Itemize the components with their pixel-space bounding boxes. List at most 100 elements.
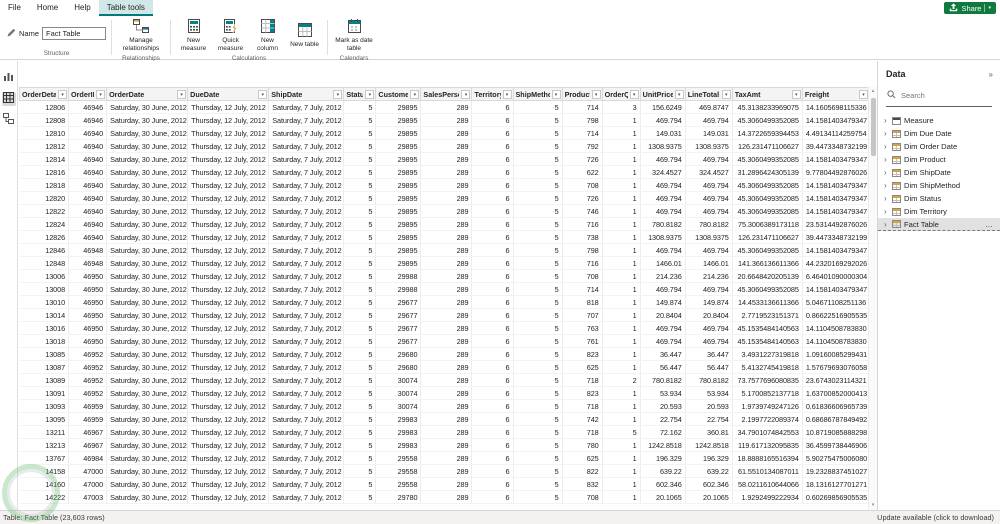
grid-cell[interactable]: Saturday, 7 July, 2012 [268,204,345,218]
grid-cell[interactable]: 46950 [68,334,108,348]
grid-cell[interactable]: 1 [602,412,641,426]
grid-cell[interactable]: 126.231471106627 [732,139,803,153]
grid-cell[interactable]: 1 [602,321,641,335]
grid-cell[interactable]: 5 [513,438,563,452]
grid-cell[interactable]: 13008 [19,282,70,296]
grid-cell[interactable]: Saturday, 7 July, 2012 [268,438,345,452]
grid-cell[interactable]: 718 [562,425,603,439]
column-header-productid[interactable]: ProductID▾ [561,87,603,101]
grid-cell[interactable]: 6 [471,386,514,400]
grid-cell[interactable]: 1466.01 [640,256,686,270]
grid-cell[interactable]: 780.8182 [640,373,686,387]
grid-cell[interactable]: 29680 [375,360,422,374]
grid-cell[interactable]: 5 [343,230,377,244]
grid-cell[interactable]: 10.8719085888298 [802,425,871,439]
grid-cell[interactable]: Thursday, 12 July, 2012 [187,256,270,270]
grid-cell[interactable]: 29983 [375,412,422,426]
grid-cell[interactable]: 1 [602,438,641,452]
grid-cell[interactable]: Thursday, 12 July, 2012 [187,295,270,309]
grid-cell[interactable]: 20.593 [685,399,733,413]
grid-cell[interactable]: 718 [562,399,603,413]
grid-cell[interactable]: 5 [513,191,563,205]
grid-cell[interactable]: 718 [562,373,603,387]
grid-cell[interactable]: Thursday, 12 July, 2012 [187,230,270,244]
grid-cell[interactable]: 46950 [68,269,108,283]
grid-cell[interactable]: 20.6648420205139 [732,269,803,283]
chevron-right-icon[interactable]: › [884,140,889,153]
chevron-right-icon[interactable]: › [884,179,889,192]
grid-cell[interactable]: Thursday, 12 July, 2012 [187,217,270,231]
grid-cell[interactable]: 289 [420,451,473,465]
grid-cell[interactable]: 29895 [375,126,422,140]
grid-cell[interactable]: 53.934 [685,386,733,400]
grid-cell[interactable]: Saturday, 30 June, 2012 [106,204,189,218]
grid-cell[interactable]: 1.9739749247126 [732,399,803,413]
grid-cell[interactable]: 46940 [68,152,108,166]
field-item-dim-shipdate[interactable]: › Dim ShipDate [878,166,1000,179]
new-measure-button[interactable]: New measure [176,17,211,54]
grid-cell[interactable]: 214.236 [685,269,733,283]
grid-cell[interactable]: 4.49134114259754 [802,126,871,140]
grid-cell[interactable]: 5 [513,334,563,348]
grid-cell[interactable]: 6 [471,204,514,218]
grid-cell[interactable]: 1.09160085299431 [802,347,871,361]
column-header-orderqty[interactable]: OrderQty▾ [601,87,641,101]
grid-cell[interactable]: 34.7901074842553 [732,425,803,439]
grid-cell[interactable]: Thursday, 12 July, 2012 [187,321,270,335]
grid-cell[interactable]: 289 [420,412,473,426]
grid-cell[interactable]: 46950 [68,295,108,309]
grid-cell[interactable]: 14222 [19,490,70,504]
grid-cell[interactable]: 5 [343,464,377,478]
grid-cell[interactable]: 780.8182 [685,217,733,231]
grid-cell[interactable]: 2.7719523151371 [732,308,803,322]
grid-cell[interactable]: 324.4527 [640,165,686,179]
filter-dropdown-icon[interactable]: ▾ [365,90,375,99]
grid-cell[interactable]: 29677 [375,334,422,348]
grid-cell[interactable]: 14.1581403479347 [802,243,871,257]
grid-cell[interactable]: 5 [513,308,563,322]
grid-cell[interactable]: 23.5314492876026 [802,217,871,231]
chevron-right-icon[interactable]: › [884,127,889,140]
grid-cell[interactable]: 196.329 [685,451,733,465]
grid-cell[interactable]: 58.0211610644066 [732,477,803,491]
grid-cell[interactable]: Thursday, 12 July, 2012 [187,100,270,114]
search-input[interactable] [899,89,991,101]
filter-dropdown-icon[interactable]: ▾ [629,90,639,99]
grid-cell[interactable]: 5.4132745419818 [732,360,803,374]
grid-cell[interactable]: Thursday, 12 July, 2012 [187,152,270,166]
grid-cell[interactable]: 22.754 [640,412,686,426]
grid-cell[interactable]: Thursday, 12 July, 2012 [187,464,270,478]
grid-cell[interactable]: 708 [562,178,603,192]
grid-cell[interactable]: 5 [513,399,563,413]
grid-cell[interactable]: 5 [343,178,377,192]
grid-cell[interactable]: 622 [562,165,603,179]
grid-cell[interactable]: 798 [562,243,603,257]
grid-cell[interactable]: 14.3722659394453 [732,126,803,140]
report-view-button[interactable] [2,71,16,85]
grid-cell[interactable]: 469.794 [685,243,733,257]
grid-cell[interactable]: 149.031 [640,126,686,140]
grid-cell[interactable]: Saturday, 7 July, 2012 [268,139,345,153]
grid-cell[interactable]: 14.1581403479347 [802,152,871,166]
column-header-freight[interactable]: Freight ▾ [801,87,871,101]
grid-cell[interactable]: 6 [471,464,514,478]
share-button[interactable]: Share ▾ [944,2,996,14]
grid-cell[interactable]: 1308.9375 [640,230,686,244]
column-header-orderdate[interactable]: OrderDate ▾ [106,87,189,101]
grid-cell[interactable]: 6 [471,256,514,270]
grid-cell[interactable]: 29988 [375,269,422,283]
filter-dropdown-icon[interactable]: ▾ [410,90,420,99]
grid-cell[interactable]: Saturday, 30 June, 2012 [106,230,189,244]
filter-dropdown-icon[interactable]: ▾ [502,90,512,99]
grid-cell[interactable]: 469.794 [640,178,686,192]
grid-cell[interactable]: 6 [471,100,514,114]
grid-cell[interactable]: 289 [420,178,473,192]
grid-cell[interactable]: Saturday, 30 June, 2012 [106,282,189,296]
grid-cell[interactable]: 780 [562,438,603,452]
grid-cell[interactable]: 289 [420,243,473,257]
grid-cell[interactable]: 289 [420,256,473,270]
grid-cell[interactable]: 5 [513,451,563,465]
grid-cell[interactable]: 5 [343,113,377,127]
grid-cell[interactable]: 6 [471,191,514,205]
grid-cell[interactable]: 29677 [375,321,422,335]
